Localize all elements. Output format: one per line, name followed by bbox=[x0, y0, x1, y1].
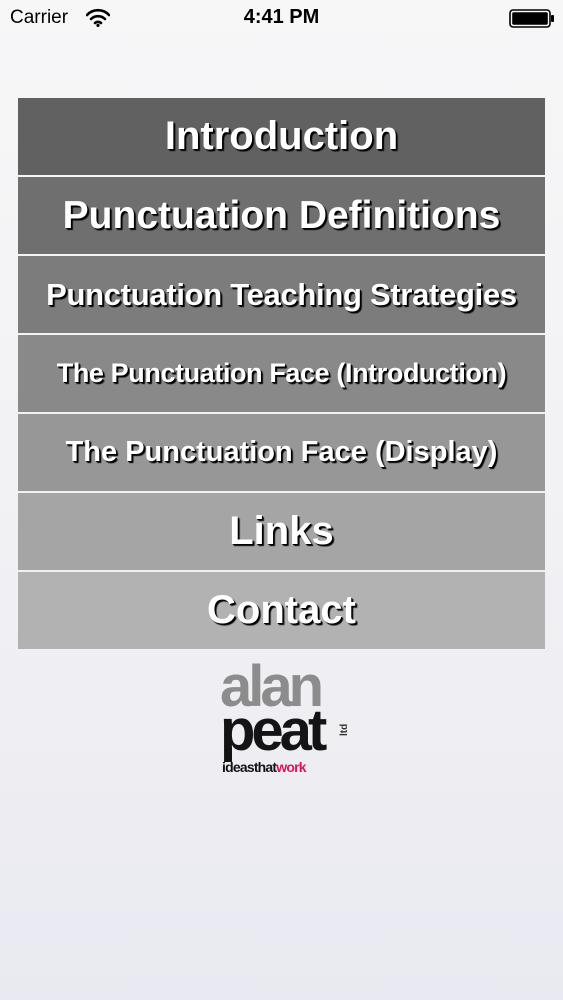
logo-tagline: ideasthatwork bbox=[222, 759, 307, 775]
logo-ltd-text: ltd bbox=[339, 723, 350, 736]
alan-peat-logo: alan peat ltd ideasthatwork bbox=[219, 658, 351, 780]
menu-item-label: Links bbox=[229, 509, 334, 553]
logo-tagline-work: work bbox=[276, 759, 306, 775]
battery-full-icon bbox=[509, 9, 554, 28]
menu-item-label: The Punctuation Face (Display) bbox=[65, 436, 498, 468]
menu-item-label: Punctuation Teaching Strategies bbox=[46, 276, 517, 312]
menu-item-contact[interactable]: Contact bbox=[18, 572, 545, 649]
menu-item-punctuation-face-display[interactable]: The Punctuation Face (Display) bbox=[18, 414, 545, 491]
logo-tagline-that: that bbox=[253, 759, 277, 775]
menu-item-links[interactable]: Links bbox=[18, 493, 545, 570]
menu-item-label: Introduction bbox=[164, 114, 399, 158]
main-menu: Introduction Punctuation Definitions Pun… bbox=[18, 98, 545, 649]
status-bar: Carrier 4:41 PM bbox=[0, 0, 563, 38]
menu-item-introduction[interactable]: Introduction bbox=[18, 98, 545, 175]
menu-item-punctuation-teaching-strategies[interactable]: Punctuation Teaching Strategies bbox=[18, 256, 545, 333]
menu-item-punctuation-face-introduction[interactable]: The Punctuation Face (Introduction) bbox=[18, 335, 545, 412]
menu-item-label: Punctuation Definitions bbox=[62, 193, 501, 237]
logo-tagline-ideas: ideas bbox=[222, 759, 255, 775]
status-time: 4:41 PM bbox=[243, 6, 320, 28]
menu-item-label: The Punctuation Face (Introduction) bbox=[56, 358, 507, 388]
logo-peat-text: peat bbox=[220, 698, 327, 763]
menu-item-punctuation-definitions[interactable]: Punctuation Definitions bbox=[18, 177, 545, 254]
menu-item-label: Contact bbox=[207, 588, 356, 632]
